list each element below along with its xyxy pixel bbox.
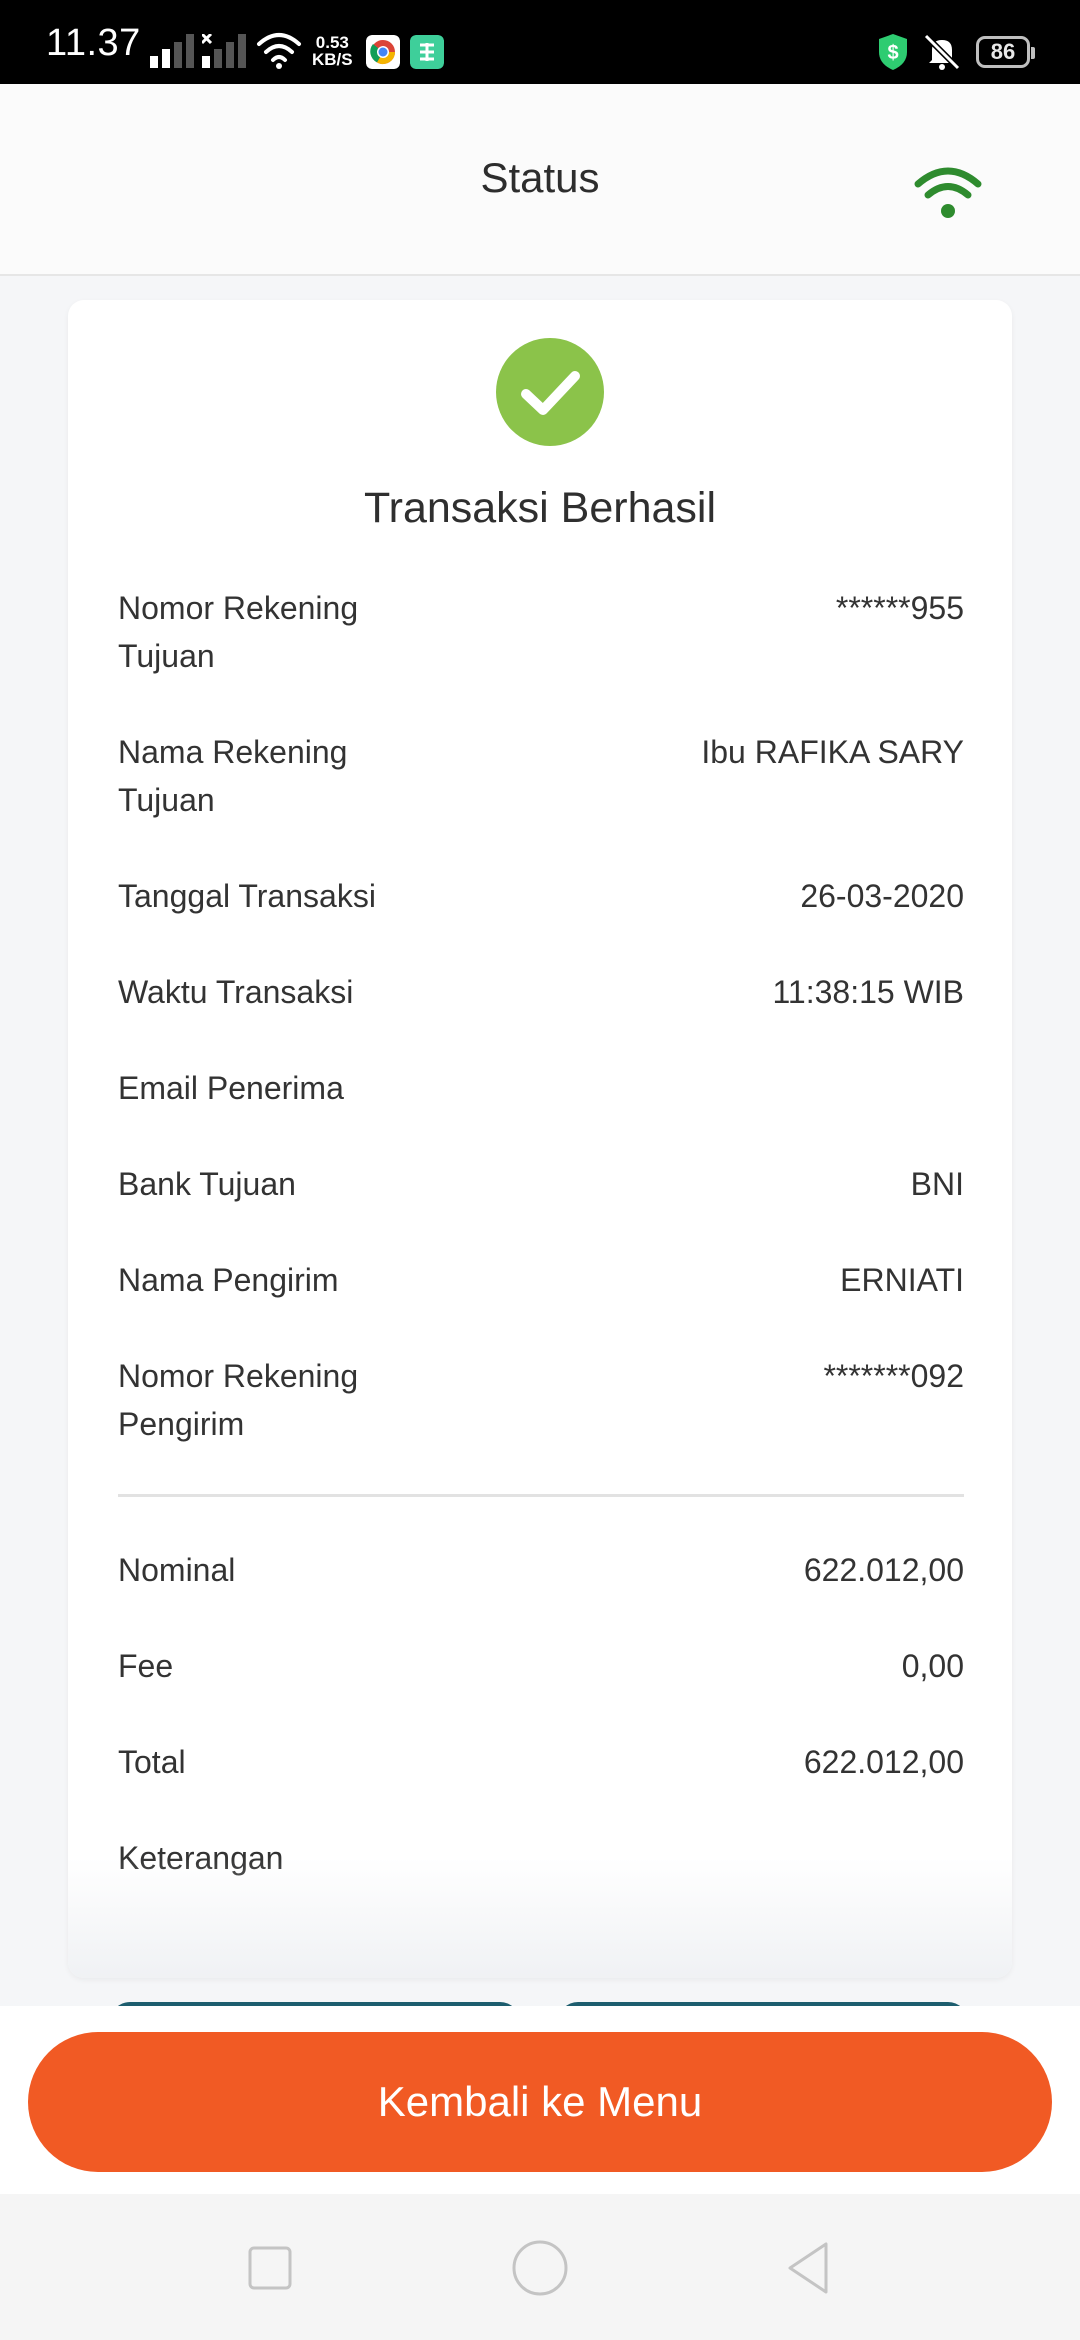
detail-label: Nama Pengirim bbox=[118, 1262, 339, 1298]
detail-value: ******955 bbox=[835, 590, 964, 626]
wifi-icon bbox=[257, 33, 301, 69]
detail-label: Nama Rekening Tujuan bbox=[118, 734, 348, 818]
status-bar: 11.37 0.53 KB/S $ 86 bbox=[0, 0, 1080, 84]
amount-value: 622.012,00 bbox=[803, 1744, 964, 1780]
detail-label: Email Penerima bbox=[118, 1070, 344, 1106]
app-header: Status bbox=[0, 84, 1080, 276]
network-speed-unit: KB/S bbox=[312, 50, 353, 69]
scroll-fade bbox=[68, 1858, 1012, 1978]
wifi-icon bbox=[914, 167, 982, 218]
transaction-status-title: Transaksi Berhasil bbox=[363, 484, 717, 532]
detail-label: Waktu Transaksi bbox=[118, 974, 354, 1010]
detail-value: BNI bbox=[910, 1166, 964, 1202]
signal-icon bbox=[150, 34, 194, 68]
amount-label: Total bbox=[118, 1744, 186, 1780]
network-speed: 0.53 KB/S bbox=[312, 34, 353, 68]
footer: Kembali ke Menu bbox=[0, 2006, 1080, 2194]
back-to-menu-button[interactable]: Kembali ke Menu bbox=[28, 2032, 1052, 2172]
battery-indicator: 86 bbox=[976, 36, 1035, 68]
system-navigation-bar bbox=[0, 2194, 1080, 2340]
amount-value: 622.012,00 bbox=[803, 1552, 964, 1588]
app-notification-icon bbox=[410, 35, 444, 69]
recent-apps-icon[interactable] bbox=[240, 2238, 300, 2298]
amount-value: 0,00 bbox=[901, 1648, 964, 1684]
chrome-icon bbox=[366, 35, 400, 69]
shield-icon: $ bbox=[879, 34, 907, 70]
detail-value: Ibu RAFIKA SARY bbox=[701, 734, 964, 770]
svg-text:$: $ bbox=[887, 42, 898, 64]
signal-no-service-icon bbox=[202, 34, 246, 68]
receipt-card: Transaksi Berhasil Nomor Rekening Tujuan… bbox=[68, 300, 1012, 1978]
amount-label: Fee bbox=[118, 1648, 174, 1684]
detail-label: Bank Tujuan bbox=[118, 1166, 296, 1202]
check-circle-icon bbox=[496, 338, 604, 446]
back-icon[interactable] bbox=[780, 2238, 840, 2298]
detail-label: Nomor Rekening Tujuan bbox=[118, 590, 359, 674]
status-time: 11.37 bbox=[46, 22, 141, 64]
silent-mode-icon bbox=[923, 33, 961, 71]
detail-value: ERNIATI bbox=[840, 1262, 964, 1298]
detail-label: Tanggal Transaksi bbox=[118, 878, 376, 914]
divider bbox=[118, 1494, 964, 1497]
home-icon[interactable] bbox=[510, 2238, 570, 2298]
detail-value: 11:38:15 WIB bbox=[772, 974, 964, 1010]
detail-value: 26-03-2020 bbox=[800, 878, 964, 914]
detail-label: Nomor Rekening Pengirim bbox=[118, 1358, 359, 1442]
detail-value: *******092 bbox=[823, 1358, 964, 1394]
amount-label: Nominal bbox=[118, 1552, 236, 1588]
network-speed-value: 0.53 bbox=[315, 33, 349, 52]
